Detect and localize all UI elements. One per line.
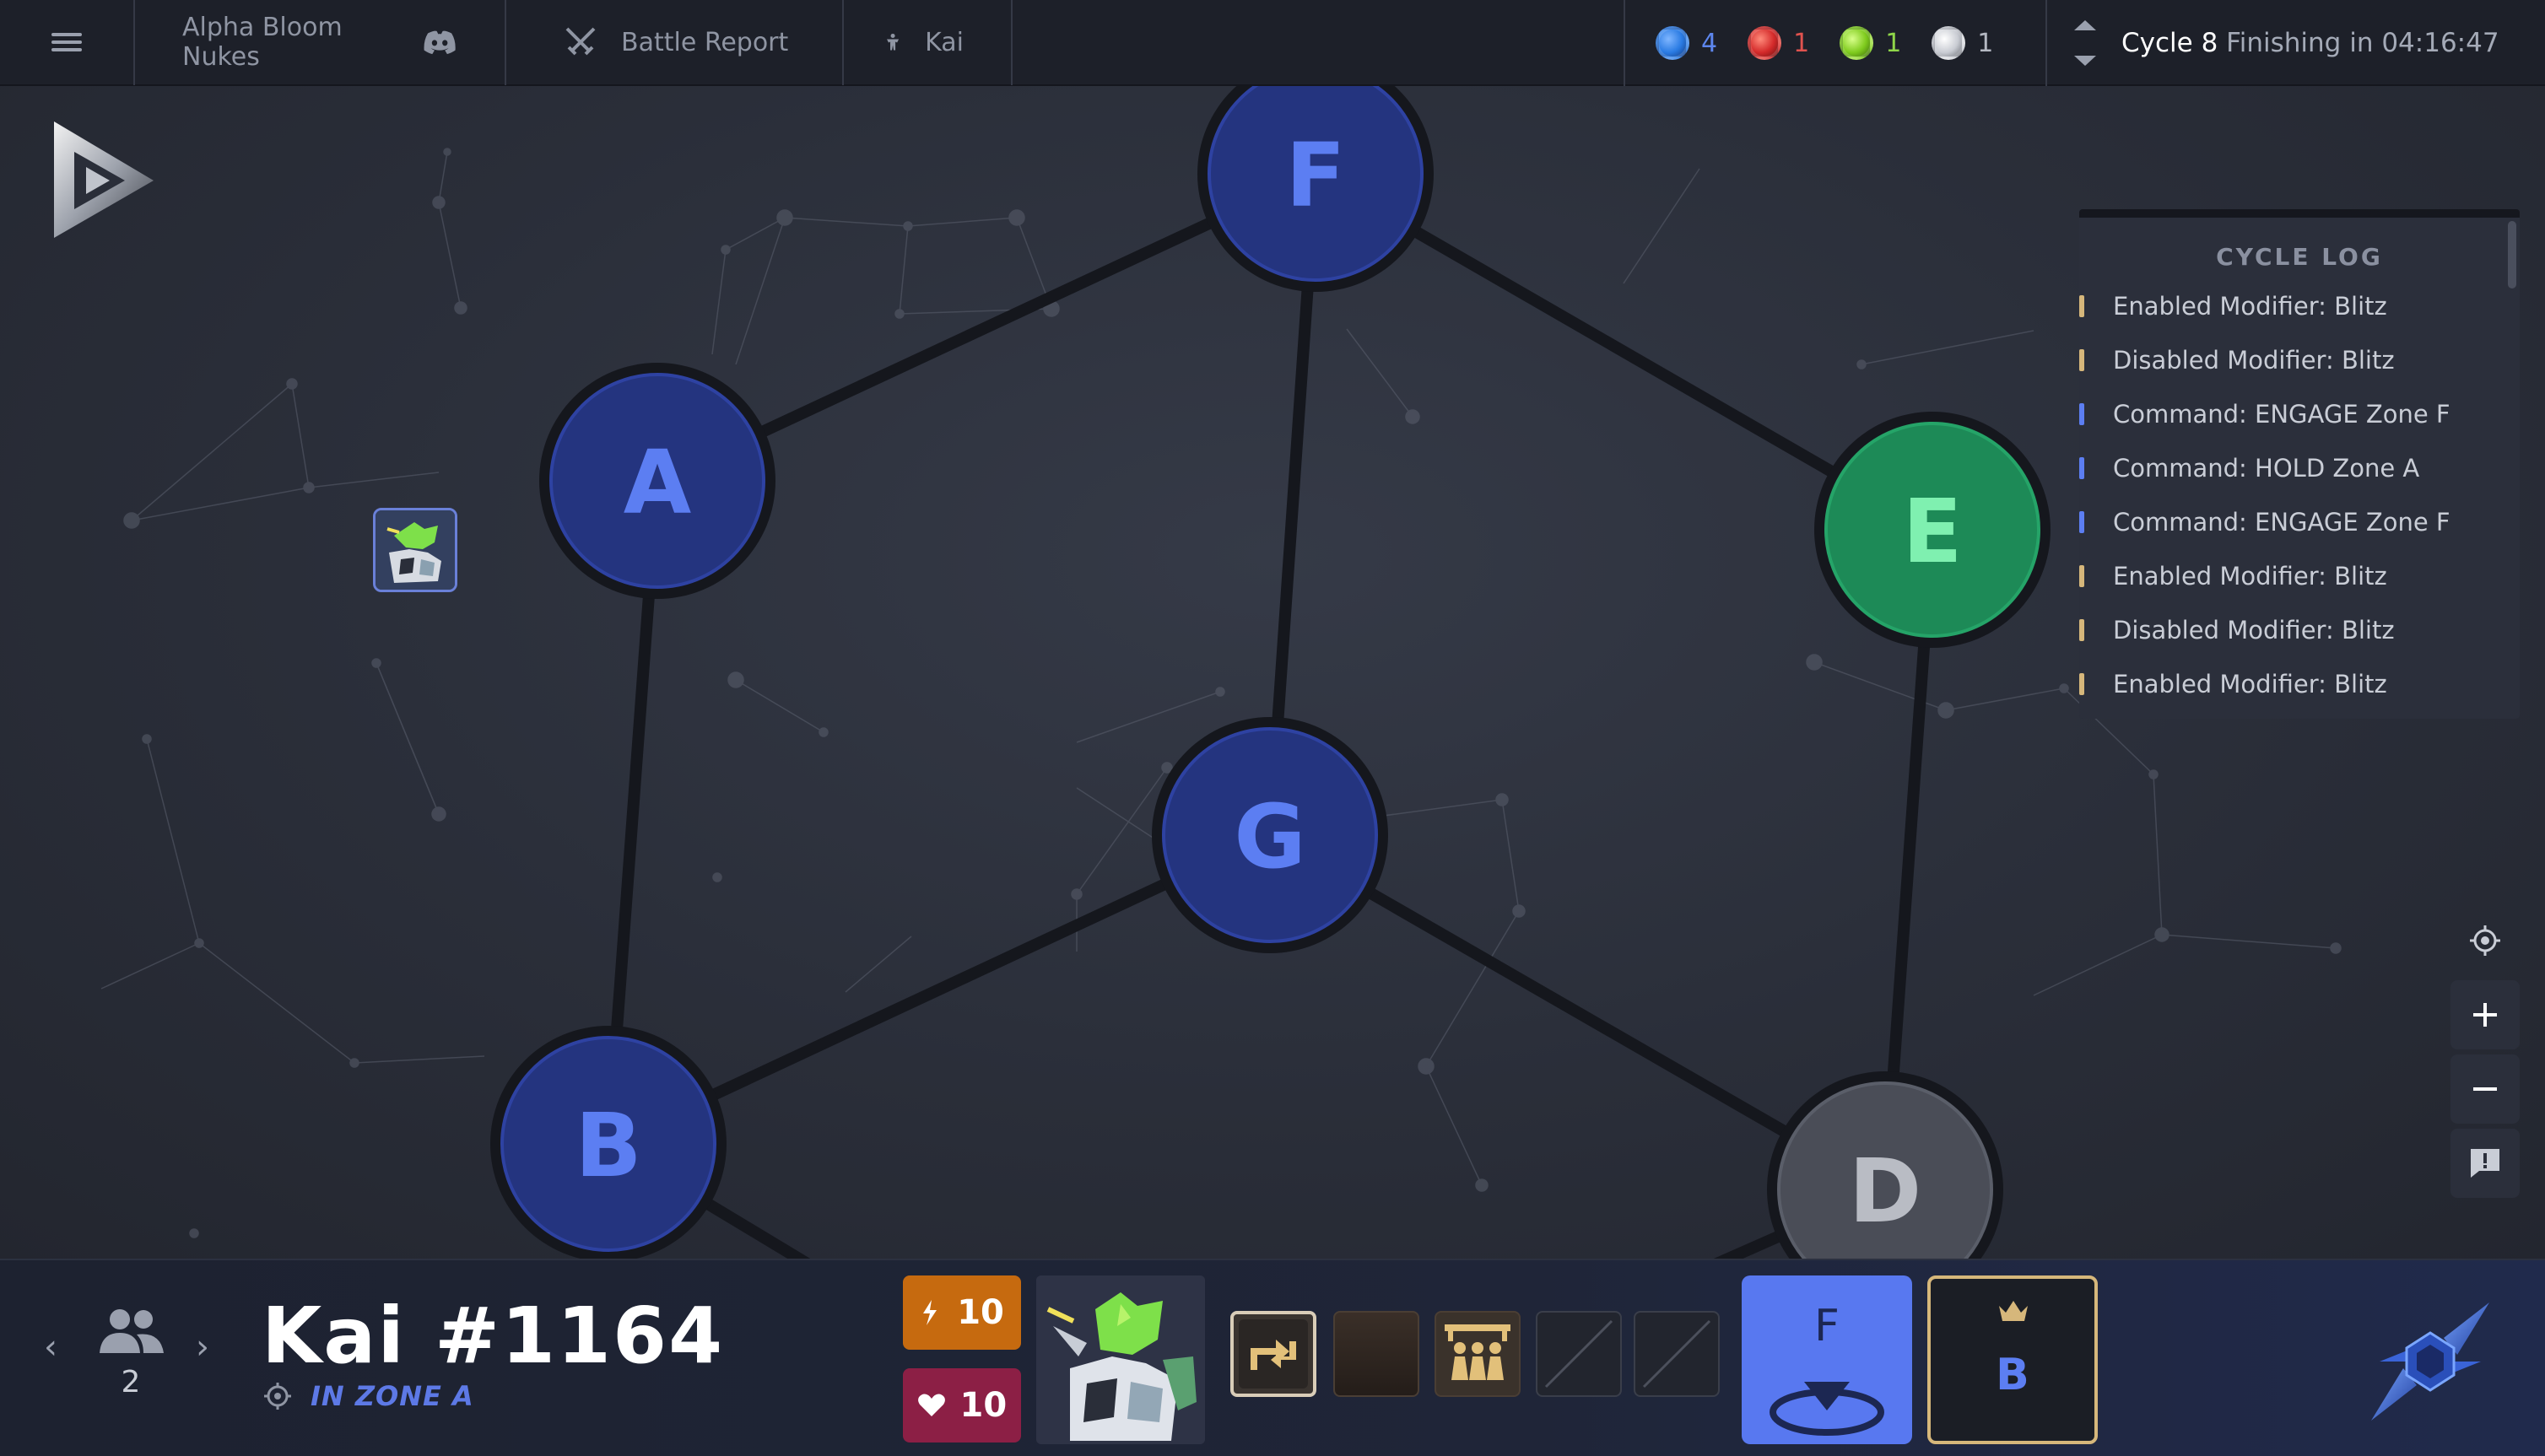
- unit-name: Kai #1164: [262, 1291, 725, 1381]
- hold-zone: B: [1996, 1350, 2029, 1400]
- zoom-out-icon: [2473, 1087, 2497, 1091]
- game-logo-icon[interactable]: [49, 118, 159, 241]
- zone-node-f[interactable]: F: [1197, 86, 1434, 292]
- cycle-log-panel[interactable]: CYCLE LOG Enabled Modifier: Blitz Disabl…: [2079, 209, 2520, 719]
- zone-label: F: [1285, 124, 1345, 227]
- scrollbar[interactable]: [2508, 221, 2516, 289]
- resource-count: 1: [1977, 28, 1994, 58]
- ability-slot-swap[interactable]: [1230, 1311, 1316, 1397]
- log-entry: Command: HOLD Zone A: [2079, 441, 2520, 495]
- resource-count: 1: [1885, 28, 1902, 58]
- unit-panel: ‹ › 2 Kai #1164 IN ZONE A 10 10 F B: [0, 1259, 2545, 1456]
- report-icon: [2471, 1149, 2499, 1178]
- crossed-swords-icon: [565, 27, 596, 56]
- slash-icon: [1642, 1319, 1711, 1389]
- discord-icon: [424, 30, 456, 55]
- zone-label: D: [1849, 1140, 1921, 1243]
- zone-links: [602, 168, 1938, 1259]
- zone-label: A: [624, 431, 692, 534]
- squad-count: 2: [121, 1365, 141, 1399]
- locate-icon: [2470, 925, 2500, 956]
- hold-command-button[interactable]: B: [1927, 1275, 2098, 1444]
- engage-command-button[interactable]: F: [1742, 1275, 1912, 1444]
- cycle-status: Finishing in 04:16:47: [2226, 28, 2499, 58]
- zoom-out-button[interactable]: [2450, 1054, 2520, 1124]
- mech-figure-icon: [887, 33, 900, 51]
- energy-stat: 10: [903, 1275, 1021, 1350]
- target-icon: [264, 1383, 291, 1410]
- faction-emblem-icon: [2371, 1302, 2489, 1421]
- locate-button[interactable]: [2450, 906, 2520, 975]
- swap-arrows-icon: [1239, 1319, 1308, 1389]
- slash-icon: [1544, 1319, 1613, 1389]
- white-orb-icon: [1932, 26, 1966, 60]
- cycle-label: Cycle 8: [2121, 28, 2218, 58]
- tab-kai[interactable]: Kai: [844, 0, 1013, 85]
- tab-battle-report[interactable]: Battle Report: [506, 0, 844, 85]
- unit-zone-status: IN ZONE A: [311, 1380, 474, 1412]
- zoom-in-icon: [2473, 1003, 2497, 1027]
- chevron-up-icon[interactable]: [2074, 20, 2096, 30]
- cycle-switcher[interactable]: [2074, 20, 2096, 66]
- zone-node-b[interactable]: B: [490, 1026, 727, 1259]
- ability-slot-locked: [1634, 1311, 1720, 1397]
- tab-label: Kai: [925, 27, 964, 57]
- formation-icon: [1445, 1324, 1510, 1380]
- zone-map[interactable]: F A E G B D CYCLE LOG Enabled Modifier: …: [0, 86, 2545, 1259]
- health-stat: 10: [903, 1368, 1021, 1443]
- log-entry: Disabled Modifier: Blitz: [2079, 603, 2520, 657]
- zone-label: B: [575, 1094, 641, 1197]
- mech-portrait-icon: [1036, 1275, 1205, 1444]
- unit-portrait[interactable]: [1036, 1275, 1205, 1444]
- zone-label: G: [1234, 785, 1305, 888]
- resource-red: 1: [1748, 26, 1809, 60]
- tab-alpha-bloom-nukes[interactable]: Alpha Bloom Nukes: [135, 0, 506, 85]
- zone-node-g[interactable]: G: [1152, 717, 1388, 953]
- green-orb-icon: [1840, 26, 1874, 60]
- zone-label: E: [1902, 480, 1962, 583]
- cycle-timer: Cycle 8 Finishing in 04:16:47: [2045, 0, 2545, 86]
- ability-slot-locked: [1536, 1311, 1622, 1397]
- log-entry: Command: ENGAGE Zone F: [2079, 387, 2520, 441]
- log-entry: Command: ENGAGE Zone F: [2079, 495, 2520, 549]
- lightning-icon: [923, 1300, 937, 1325]
- blue-orb-icon: [1656, 26, 1689, 60]
- resource-count: 4: [1701, 28, 1718, 58]
- report-button[interactable]: [2450, 1129, 2520, 1198]
- ability-slot-formation[interactable]: [1435, 1311, 1521, 1397]
- heart-icon: [917, 1394, 945, 1416]
- resource-green: 1: [1840, 26, 1901, 60]
- engage-zone-icon: [1770, 1382, 1884, 1436]
- zoom-in-button[interactable]: [2450, 980, 2520, 1049]
- mech-portrait-icon: [376, 510, 455, 590]
- red-orb-icon: [1748, 26, 1782, 60]
- resource-blue: 4: [1656, 26, 1717, 60]
- chevron-right-icon[interactable]: ›: [196, 1328, 209, 1367]
- resource-counters: 4 1 1 1: [1624, 0, 2047, 86]
- hamburger-icon[interactable]: [0, 0, 135, 85]
- unit-marker[interactable]: [373, 508, 457, 592]
- tab-label: Alpha Bloom Nukes: [182, 13, 343, 72]
- log-entry: Enabled Modifier: Blitz: [2079, 657, 2520, 711]
- zone-node-a[interactable]: A: [539, 363, 775, 599]
- tab-label: Battle Report: [621, 27, 789, 57]
- log-entry: Enabled Modifier: Blitz: [2079, 549, 2520, 603]
- ability-slot-empty[interactable]: [1333, 1311, 1419, 1397]
- resource-white: 1: [1932, 26, 1993, 60]
- log-entry: Disabled Modifier: Blitz: [2079, 333, 2520, 387]
- energy-value: 10: [957, 1293, 1004, 1332]
- log-entry: Enabled Modifier: Blitz: [2079, 279, 2520, 333]
- command-target: F: [1814, 1301, 1840, 1351]
- health-value: 10: [959, 1386, 1008, 1425]
- squad-icon: [100, 1309, 164, 1353]
- zone-node-e[interactable]: E: [1814, 412, 2051, 648]
- cycle-log-title: CYCLE LOG: [2216, 243, 2383, 271]
- crown-icon: [1999, 1301, 2028, 1321]
- zone-node-d[interactable]: D: [1767, 1071, 2003, 1259]
- chevron-down-icon[interactable]: [2074, 56, 2096, 66]
- chevron-left-icon[interactable]: ‹: [44, 1328, 57, 1367]
- background-network: [100, 148, 2418, 1238]
- resource-count: 1: [1793, 28, 1810, 58]
